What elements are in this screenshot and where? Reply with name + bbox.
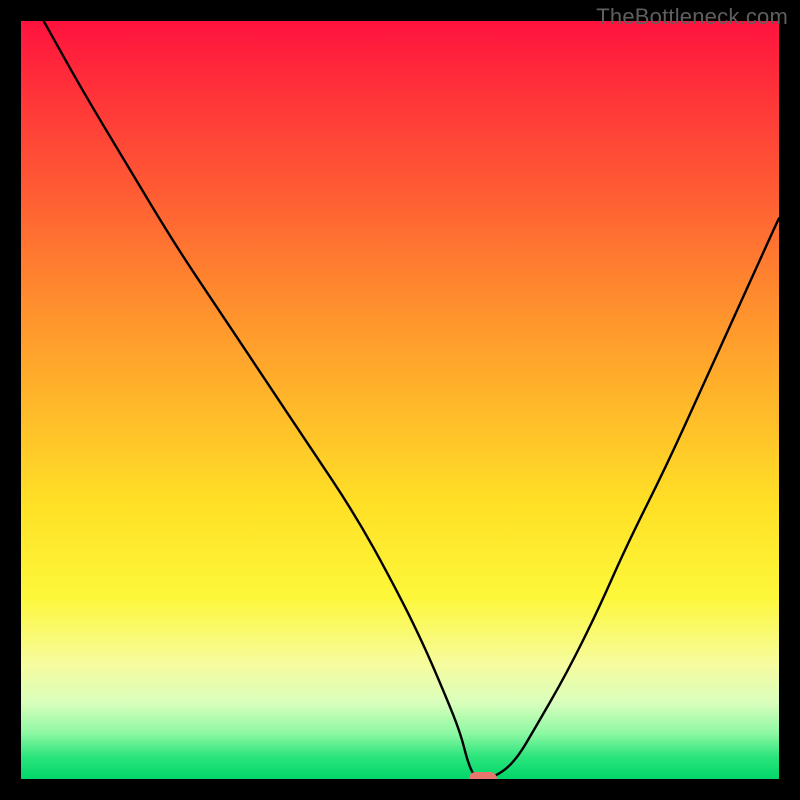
watermark-text: TheBottleneck.com (596, 4, 788, 30)
plot-area (21, 21, 779, 779)
bottleneck-curve (21, 21, 779, 779)
optimum-marker (469, 772, 497, 779)
chart-frame: TheBottleneck.com (0, 0, 800, 800)
